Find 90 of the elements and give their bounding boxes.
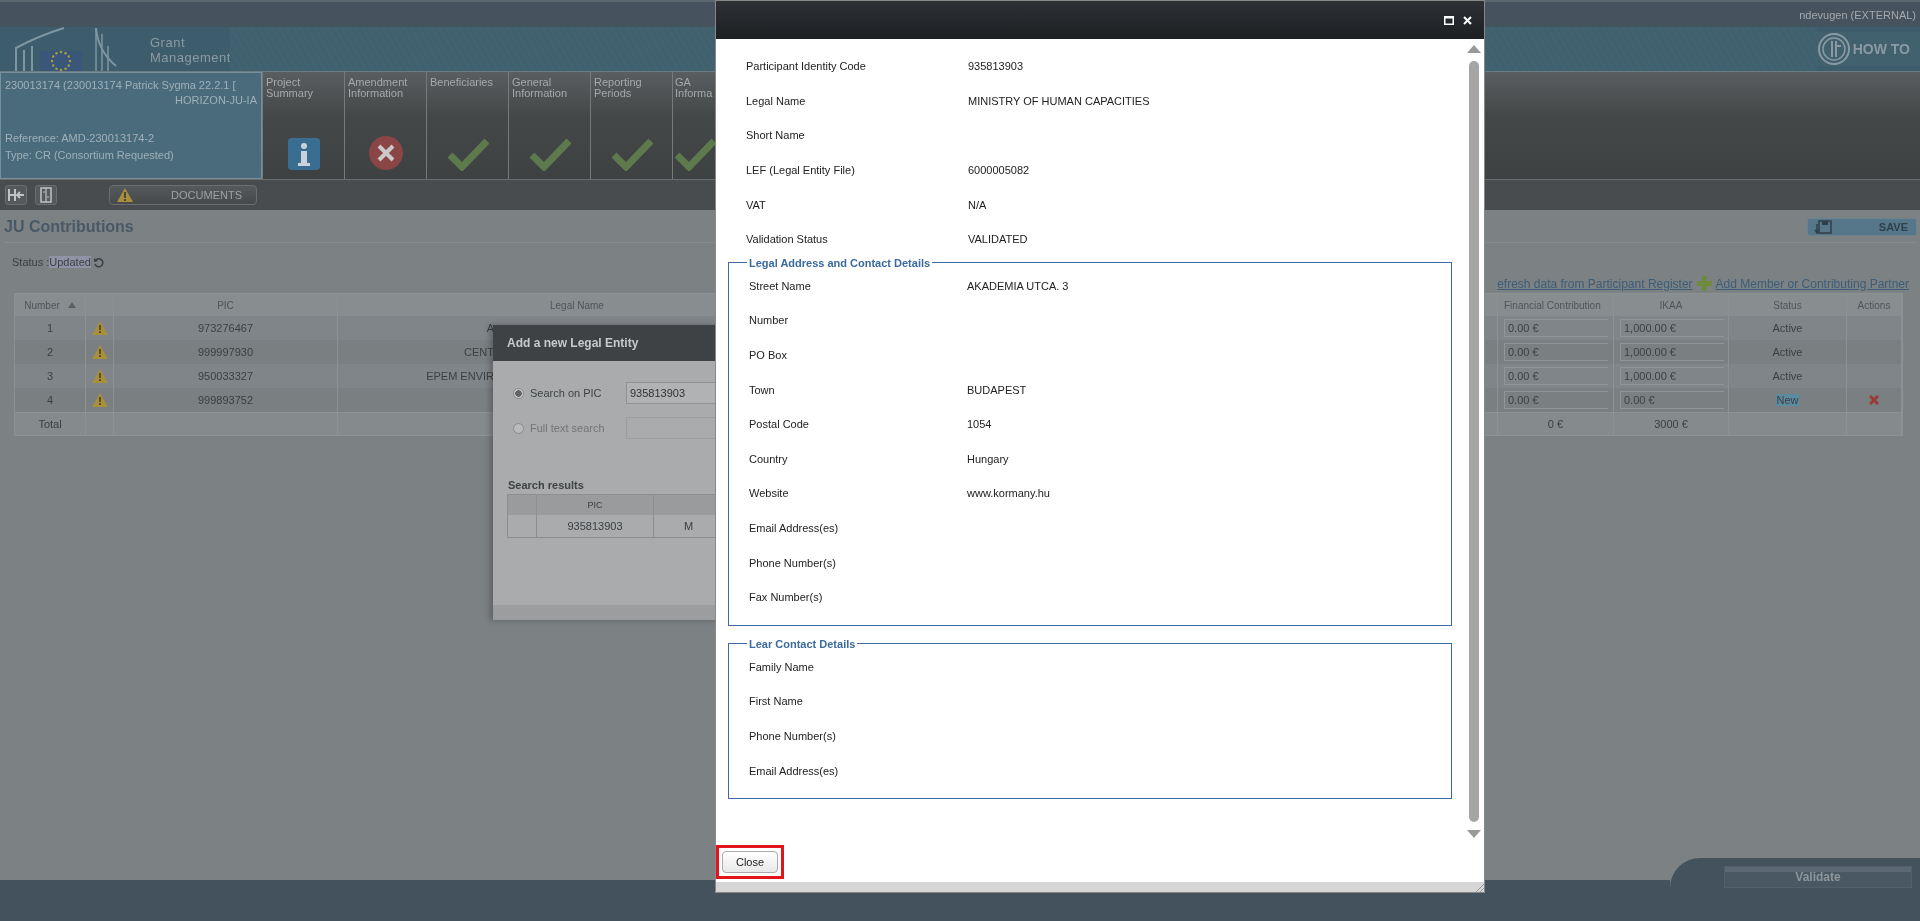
documents-button[interactable]: DOCUMENTS (109, 185, 257, 205)
field-label: VAT (746, 198, 767, 211)
amount-field[interactable]: 1,000.00 € (1620, 319, 1724, 337)
info-circle-icon (1816, 32, 1851, 66)
save-button[interactable]: SAVE (1807, 218, 1917, 236)
field-value: AKADEMIA UTCA. 3 (967, 279, 1069, 292)
table-cell: 935813903 (537, 515, 654, 537)
step-tab[interactable]: Beneficiaries (426, 72, 508, 179)
app-name: Grant Management (150, 35, 230, 65)
close-button[interactable]: Close (722, 851, 778, 873)
field-value: 1054 (967, 418, 992, 431)
sort-up-icon (67, 302, 76, 308)
status-value: Updated (49, 256, 91, 268)
field-label: Town (749, 383, 776, 396)
table-cell-text: CENT (463, 346, 494, 358)
h-arrow-icon (7, 188, 25, 202)
field-value: 935813903 (968, 60, 1024, 73)
amount-field[interactable]: 1,000.00 € (1620, 367, 1724, 385)
table-cell-text: EPEM ENVIR (425, 370, 494, 382)
amount-field[interactable]: 1,000.00 € (1620, 343, 1724, 361)
field-label: Fax Number(s) (749, 591, 824, 604)
section-title: Lear Contact Details (748, 637, 857, 650)
add-member-link[interactable]: Add Member or Contributing Partner (1715, 276, 1909, 291)
amount-field[interactable]: 0.00 € (1504, 319, 1608, 337)
refresh-icon[interactable] (92, 256, 104, 268)
field-label: Country (749, 452, 789, 465)
field-value: Hungary (967, 452, 1009, 465)
field-label: Phone Number(s) (749, 556, 837, 569)
field-label: Phone Number(s) (749, 730, 837, 742)
field-label: LEF (Legal Entity File) (746, 164, 856, 177)
status-text: New (1776, 394, 1799, 406)
plus-icon (1696, 276, 1712, 291)
option-label: Search on PIC (530, 387, 603, 399)
radio-button[interactable] (513, 387, 524, 399)
field-value: N/A (968, 198, 987, 211)
delete-icon[interactable] (1869, 395, 1879, 405)
field-label: Street Name (749, 279, 812, 292)
warning-icon (116, 187, 134, 203)
programme-code: HORIZON-JU-IA (175, 94, 257, 106)
field-label: Number (749, 314, 790, 327)
total-label: Total (15, 413, 86, 435)
field-label: Legal Name (746, 94, 807, 107)
section-title: Legal Address and Contact Details (748, 256, 932, 269)
results-title: Search results (508, 479, 585, 491)
field-label: Email Address(es) (749, 522, 840, 534)
how-to-link[interactable]: HOW TO (1816, 32, 1920, 66)
save-icon (1814, 219, 1832, 235)
field-value: MINISTRY OF HUMAN CAPACITIES (968, 94, 1150, 107)
amount-field[interactable]: 0.00 € (1504, 343, 1608, 361)
field-label: Email Address(es) (749, 764, 840, 777)
document-compare-icon (39, 187, 53, 203)
status-text: Active (1772, 346, 1803, 358)
maximize-icon[interactable] (1444, 15, 1454, 25)
field-label: Short Name (746, 129, 806, 142)
scroll-up-icon[interactable] (1467, 45, 1481, 53)
step-tab[interactable]: Amendment Information (344, 72, 426, 179)
field-value: www.kormany.hu (967, 487, 1050, 500)
field-label: Family Name (749, 660, 815, 673)
user-name: ndevugen (EXTERNAL) (1799, 8, 1916, 21)
step-tab[interactable]: Project Summary (262, 72, 344, 179)
close-icon[interactable] (1463, 15, 1472, 25)
column-header: PIC (537, 495, 654, 515)
status-label: Status : (12, 256, 50, 268)
step-tab[interactable]: General Information (508, 72, 590, 179)
field-label: Participant Identity Code (746, 60, 867, 73)
total-cell: 3000 € (1614, 413, 1729, 435)
status-text: Active (1772, 370, 1803, 382)
reference-text: Reference: AMD-230013174-2 (5, 132, 156, 144)
amount-field[interactable]: 0.00 € (1620, 391, 1724, 409)
amount-field[interactable]: 0.00 € (1504, 391, 1608, 409)
amount-field[interactable]: 0.00 € (1504, 367, 1608, 385)
field-label: First Name (749, 695, 804, 708)
field-value: VALIDATED (968, 233, 1028, 246)
validate-button[interactable]: Validate (1724, 866, 1912, 888)
resize-grip-icon[interactable] (1474, 884, 1484, 892)
field-value: BUDAPEST (967, 383, 1027, 396)
field-label: Validation Status (746, 233, 829, 246)
refresh-data-link[interactable]: efresh data from Participant Register (1497, 276, 1693, 291)
field-value: 6000005082 (968, 164, 1030, 177)
scroll-down-icon[interactable] (1467, 830, 1481, 838)
field-label: Postal Code (749, 418, 810, 431)
status-text: Active (1772, 322, 1803, 334)
compare-button[interactable] (35, 185, 57, 205)
step-tab[interactable]: Reporting Periods (590, 72, 672, 179)
type-text: Type: CR (Consortium Requested) (5, 149, 175, 161)
field-label: Website (749, 487, 790, 500)
project-title: 230013174 (230013174 Patrick Sygma 22.2.1 [ (5, 79, 237, 91)
step-tab[interactable]: GA Informa (672, 72, 715, 179)
header-toggle-button[interactable] (5, 185, 27, 205)
total-cell: 0 € (1498, 413, 1614, 435)
